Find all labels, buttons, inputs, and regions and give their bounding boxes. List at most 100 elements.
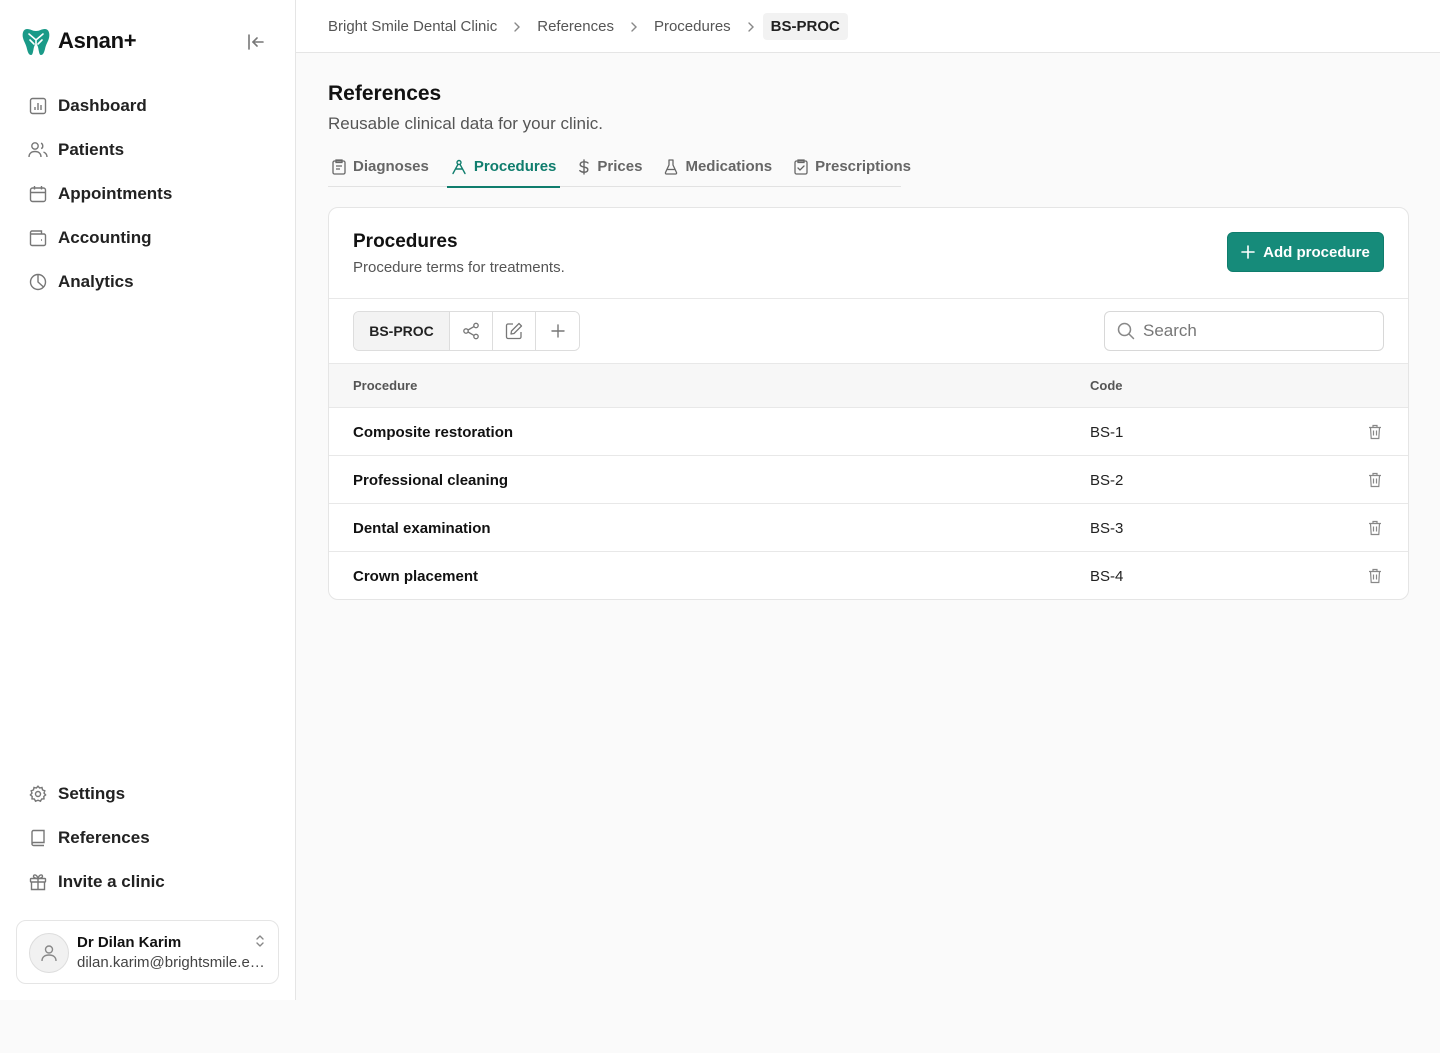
sidebar-item-references[interactable]: References	[16, 816, 280, 860]
breadcrumb-clinic[interactable]: Bright Smile Dental Clinic	[328, 18, 497, 35]
table-header: Procedure Code	[329, 364, 1408, 408]
card-title: Procedures	[353, 231, 458, 252]
calendar-icon	[28, 184, 48, 204]
column-header-code: Code	[1090, 378, 1123, 393]
breadcrumb-references[interactable]: References	[537, 18, 614, 35]
reference-set-controls: BS-PROC	[353, 311, 580, 351]
column-header-procedure: Procedure	[353, 378, 418, 393]
toolbar: BS-PROC	[329, 298, 1408, 364]
sidebar-item-label: Analytics	[58, 272, 134, 291]
table-row[interactable]: Composite restoration BS-1	[329, 408, 1408, 456]
table-row[interactable]: Crown placement BS-4	[329, 552, 1408, 599]
chevron-right-icon	[630, 21, 638, 33]
user-name: Dr Dilan Karim	[77, 934, 182, 951]
breadcrumb-current: BS-PROC	[762, 13, 848, 40]
tab-label: Medications	[685, 158, 773, 175]
avatar	[29, 933, 69, 973]
pie-chart-icon	[28, 272, 48, 292]
procedure-code: BS-3	[1090, 520, 1124, 537]
trash-icon	[1368, 568, 1382, 584]
search-input[interactable]	[1143, 321, 1363, 341]
procedure-name: Composite restoration	[353, 424, 514, 441]
card-subtitle: Procedure terms for treatments.	[353, 259, 565, 276]
table-row[interactable]: Dental examination BS-3	[329, 504, 1408, 552]
add-procedure-button[interactable]: Add procedure	[1227, 232, 1384, 272]
flask-icon	[664, 158, 678, 175]
clipboard-check-icon	[794, 158, 808, 175]
sidebar-item-invite[interactable]: Invite a clinic	[16, 860, 280, 904]
collapse-sidebar-button[interactable]	[244, 30, 268, 54]
clipboard-list-icon	[332, 158, 346, 175]
sidebar-item-dashboard[interactable]: Dashboard	[16, 84, 280, 128]
tab-procedures[interactable]: Procedures	[446, 146, 561, 188]
tab-diagnoses[interactable]: Diagnoses	[328, 146, 433, 187]
sidebar-item-label: Accounting	[58, 228, 152, 247]
chevrons-up-down-icon	[254, 933, 266, 949]
user-icon	[39, 943, 59, 963]
breadcrumb-procedures[interactable]: Procedures	[654, 18, 731, 35]
delete-button[interactable]	[1366, 470, 1384, 490]
tab-label: Prices	[597, 158, 643, 175]
dollar-icon	[578, 158, 590, 175]
reference-tabs: Diagnoses Procedures Prices Medications …	[328, 146, 911, 188]
procedure-icon	[451, 159, 467, 175]
tab-prescriptions[interactable]: Prescriptions	[790, 146, 915, 187]
page-subtitle: Reusable clinical data for your clinic.	[328, 114, 603, 133]
user-menu[interactable]: Dr Dilan Karim dilan.karim@brightsmile.e…	[16, 920, 279, 984]
delete-button[interactable]	[1366, 518, 1384, 538]
sidebar-item-label: Appointments	[58, 184, 173, 203]
search-box[interactable]	[1104, 311, 1384, 351]
procedure-name: Crown placement	[353, 568, 479, 585]
tab-label: Procedures	[473, 158, 557, 175]
table-row[interactable]: Professional cleaning BS-2	[329, 456, 1408, 504]
sidebar-item-appointments[interactable]: Appointments	[16, 172, 280, 216]
gear-icon	[28, 784, 48, 804]
tab-medications[interactable]: Medications	[660, 146, 776, 187]
tab-label: Diagnoses	[353, 158, 429, 175]
gift-icon	[28, 872, 48, 892]
breadcrumb: Bright Smile Dental Clinic References Pr…	[328, 13, 848, 40]
delete-button[interactable]	[1366, 422, 1384, 442]
sidebar-item-label: Invite a clinic	[58, 872, 165, 891]
sidebar-secondary-nav: Settings References Invite a clinic	[16, 772, 280, 904]
edit-icon	[505, 322, 523, 340]
new-reference-set-button[interactable]	[536, 312, 579, 350]
users-icon	[28, 140, 48, 160]
reference-set-selector[interactable]: BS-PROC	[354, 312, 450, 350]
chevron-right-icon	[747, 21, 755, 33]
procedure-name: Dental examination	[353, 520, 491, 537]
tooth-logo-icon	[20, 25, 52, 57]
plus-icon	[1241, 245, 1255, 259]
sidebar-item-label: Patients	[58, 140, 125, 159]
procedure-code: BS-4	[1090, 568, 1124, 585]
sidebar-item-settings[interactable]: Settings	[16, 772, 280, 816]
sidebar-item-label: References	[58, 828, 150, 847]
wallet-icon	[28, 228, 48, 248]
chevron-right-icon	[513, 21, 521, 33]
top-bar: Bright Smile Dental Clinic References Pr…	[296, 0, 1440, 53]
procedure-code: BS-1	[1090, 424, 1124, 441]
sidebar: Asnan+ Dashboard Patients Appointments A…	[0, 0, 296, 1000]
plus-icon	[550, 324, 565, 338]
sidebar-item-analytics[interactable]: Analytics	[16, 260, 280, 304]
share-icon	[462, 322, 480, 340]
trash-icon	[1368, 424, 1382, 440]
sidebar-item-accounting[interactable]: Accounting	[16, 216, 280, 260]
sidebar-item-label: Dashboard	[58, 96, 147, 115]
procedure-code: BS-2	[1090, 472, 1124, 489]
share-button[interactable]	[450, 312, 493, 350]
delete-button[interactable]	[1366, 566, 1384, 586]
brand-name: Asnan+	[58, 28, 137, 53]
search-icon	[1117, 322, 1135, 340]
user-email: dilan.karim@brightsmile.example	[77, 954, 269, 971]
edit-button[interactable]	[493, 312, 536, 350]
brand[interactable]: Asnan+	[20, 25, 137, 57]
sidebar-nav: Dashboard Patients Appointments Accounti…	[16, 84, 280, 304]
book-icon	[28, 828, 48, 848]
procedures-card: Procedures Procedure terms for treatment…	[328, 207, 1409, 600]
page-title: References	[328, 82, 442, 105]
tab-prices[interactable]: Prices	[574, 146, 646, 187]
sidebar-item-label: Settings	[58, 784, 126, 803]
procedure-name: Professional cleaning	[353, 472, 509, 489]
sidebar-item-patients[interactable]: Patients	[16, 128, 280, 172]
